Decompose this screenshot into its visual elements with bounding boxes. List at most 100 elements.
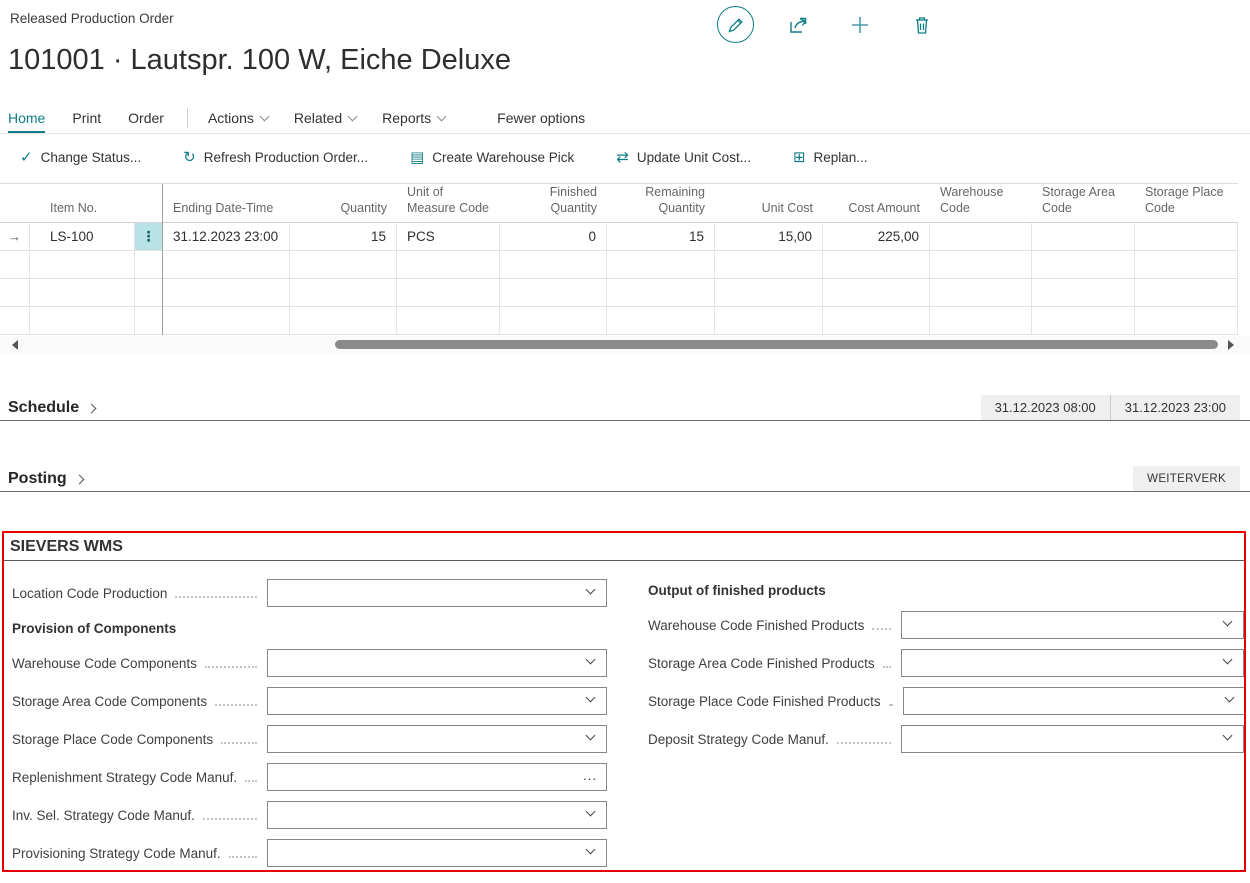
storage-place-code-finished-products-dropdown[interactable] [903,687,1246,715]
dotted-leader [872,621,891,630]
chevron-down-icon [437,112,447,122]
cell-item-no[interactable]: LS-100 [30,223,135,250]
warehouse-code-finished-products-dropdown[interactable] [901,611,1244,639]
gen-prod-posting-group-chip[interactable]: WEITERVERK [1133,466,1240,491]
field-location-code-production: Location Code Production [12,574,607,612]
share-icon[interactable] [779,6,816,43]
fewer-options-button[interactable]: Fewer options [497,110,585,126]
location-code-production-dropdown[interactable] [267,579,607,607]
field-label: Replenishment Strategy Code Manuf. [12,770,237,785]
scrollbar-thumb[interactable] [335,340,1218,349]
menu-actions[interactable]: Actions [208,110,268,126]
change-status-label: Change Status... [41,150,142,165]
col-remaining-quantity[interactable]: Remaining Quantity [607,184,715,223]
replenishment-strategy-code-manuf-input[interactable]: ... [267,763,607,791]
starting-date-time-chip[interactable]: 31.12.2023 08:00 [981,395,1110,420]
col-quantity[interactable]: Quantity [290,200,397,222]
field-storage-area-code-finished-products: Storage Area Code Finished Products [648,644,1244,682]
field-label: Deposit Strategy Code Manuf. [648,732,829,747]
field-storage-area-code-components: Storage Area Code Components [12,682,607,720]
posting-section-title: Posting [8,470,67,488]
cell-remaining-quantity[interactable]: 15 [607,223,715,250]
change-status-icon: ✓ [20,150,33,165]
schedule-summary-chips: 31.12.2023 08:00 31.12.2023 23:00 [981,395,1240,420]
menu-divider [187,108,188,128]
cell-storage-place-code[interactable] [1135,223,1238,250]
col-item-no[interactable]: Item No. [30,200,135,222]
change-status-button[interactable]: ✓ Change Status... [20,150,141,165]
storage-area-code-components-dropdown[interactable] [267,687,607,715]
dotted-leader [203,811,257,820]
col-storage-place-code[interactable]: Storage Place Code [1135,184,1238,223]
create-warehouse-pick-button[interactable]: ▤ Create Warehouse Pick [410,150,574,165]
cell-finished-quantity[interactable]: 0 [500,223,607,250]
add-icon[interactable] [841,6,878,43]
chevron-right-icon [87,404,97,414]
inv-sel-strategy-code-manuf-dropdown[interactable] [267,801,607,829]
deposit-strategy-code-manuf-dropdown[interactable] [901,725,1244,753]
schedule-section-title: Schedule [8,399,79,417]
col-storage-area-code[interactable]: Storage Area Code [1032,184,1135,223]
col-cost-amount[interactable]: Cost Amount [823,200,930,222]
ending-date-time-chip[interactable]: 31.12.2023 23:00 [1110,395,1240,420]
table-row-empty[interactable] [0,307,1238,335]
horizontal-scrollbar[interactable] [0,336,1250,353]
promoted-actions-toolbar: ✓ Change Status... ↻ Refresh Production … [0,134,1250,181]
warehouse-code-components-dropdown[interactable] [267,649,607,677]
assist-edit-icon[interactable]: ... [583,768,597,783]
wms-section-title[interactable]: SIEVERS WMS [10,537,1244,557]
col-unit-of-measure-code[interactable]: Unit of Measure Code [397,184,500,223]
row-options-icon[interactable]: ⋮ [135,223,163,250]
chevron-down-icon [1223,617,1233,627]
storage-place-code-components-dropdown[interactable] [267,725,607,753]
field-warehouse-code-components: Warehouse Code Components [12,644,607,682]
field-replenishment-strategy-code-manuf: Replenishment Strategy Code Manuf. ... [12,758,607,796]
tab-home[interactable]: Home [8,110,45,126]
cell-quantity[interactable]: 15 [290,223,397,250]
field-warehouse-code-finished-products: Warehouse Code Finished Products [648,606,1244,644]
cell-storage-area-code[interactable] [1032,223,1135,250]
delete-icon[interactable] [903,6,940,43]
chevron-down-icon [1223,655,1233,665]
chevron-down-icon [348,112,358,122]
chevron-down-icon [586,807,596,817]
menu-reports-label: Reports [382,110,431,126]
col-ending-date-time[interactable]: Ending Date-Time [163,200,290,222]
table-row-empty[interactable] [0,279,1238,307]
posting-section-header[interactable]: Posting [8,470,83,488]
field-label: Storage Area Code Finished Products [648,656,875,671]
cell-unit-of-measure-code[interactable]: PCS [397,223,500,250]
field-label: Warehouse Code Components [12,656,197,671]
refresh-production-order-button[interactable]: ↻ Refresh Production Order... [183,150,368,165]
col-unit-cost[interactable]: Unit Cost [715,200,823,222]
field-storage-place-code-components: Storage Place Code Components [12,720,607,758]
cell-unit-cost[interactable]: 15,00 [715,223,823,250]
released-production-order-page: Released Production Order 101001 · Lauts… [0,0,1250,883]
update-unit-cost-button[interactable]: ⇄ Update Unit Cost... [616,150,751,165]
col-warehouse-code[interactable]: Warehouse Code [930,184,1032,223]
cell-ending-date-time[interactable]: 31.12.2023 23:00 [163,223,290,250]
table-row: → LS-100 ⋮ 31.12.2023 23:00 15 PCS 0 15 … [0,223,1238,251]
col-finished-quantity[interactable]: Finished Quantity [500,184,607,223]
edit-pencil-icon[interactable] [717,6,754,43]
schedule-section-header[interactable]: Schedule [8,399,95,417]
chevron-right-icon [74,475,84,485]
cell-warehouse-code[interactable] [930,223,1032,250]
tab-print[interactable]: Print [72,110,101,126]
tab-order[interactable]: Order [128,110,164,126]
menu-related[interactable]: Related [294,110,356,126]
menu-reports[interactable]: Reports [382,110,445,126]
scroll-right-arrow-icon[interactable] [1228,340,1234,350]
chevron-down-icon [586,693,596,703]
table-row-empty[interactable] [0,251,1238,279]
replan-button[interactable]: ⊞ Replan... [793,150,868,165]
production-order-lines-grid: Item No. Ending Date-Time Quantity Unit … [0,183,1238,335]
scroll-left-arrow-icon[interactable] [12,340,18,350]
update-unit-cost-icon: ⇄ [616,150,629,165]
provisioning-strategy-code-manuf-dropdown[interactable] [267,839,607,867]
warehouse-pick-icon: ▤ [410,150,424,165]
cell-cost-amount[interactable]: 225,00 [823,223,930,250]
storage-area-code-finished-products-dropdown[interactable] [901,649,1244,677]
chevron-down-icon [586,845,596,855]
field-label: Location Code Production [12,586,167,601]
